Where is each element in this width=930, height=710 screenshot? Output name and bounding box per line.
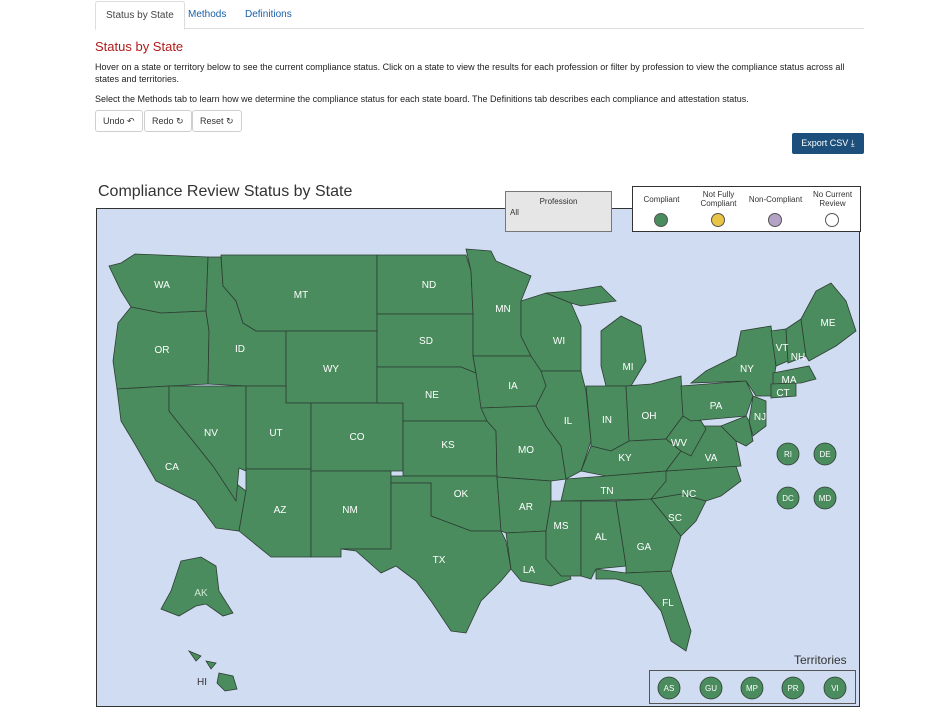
state-label-hi: HI (197, 677, 207, 688)
tab-definitions[interactable]: Definitions (235, 1, 302, 29)
legend-item-no-current-review: No Current Review (804, 187, 861, 233)
small-state-marker-de[interactable] (813, 442, 837, 466)
state-ms[interactable] (545, 500, 582, 577)
territories-box (649, 670, 856, 704)
state-wy[interactable] (285, 330, 378, 404)
legend-swatch (768, 213, 782, 227)
legend-item-compliant: Compliant (633, 187, 690, 233)
legend-swatch (825, 213, 839, 227)
methods-paragraph: Select the Methods tab to learn how we d… (95, 94, 749, 104)
legend-label: Non-Compliant (748, 194, 803, 204)
state-hi[interactable] (187, 650, 238, 692)
page-title: Status by State (95, 39, 184, 54)
state-ak[interactable] (160, 556, 234, 617)
legend-swatch (654, 213, 668, 227)
export-csv-button[interactable]: Export CSV ⤓ (792, 133, 864, 154)
state-me[interactable] (800, 282, 857, 362)
state-or[interactable] (112, 306, 210, 390)
state-nd[interactable] (376, 254, 474, 315)
legend-label: No Current Review (812, 190, 853, 208)
state-ct[interactable] (770, 382, 797, 399)
small-state-marker-ri[interactable] (776, 442, 800, 466)
state-co[interactable] (310, 402, 404, 472)
us-map-svg: WAORCAIDNVMTWYUTAZCONMNDSDNEKSOKTXMNIAMO… (108, 248, 857, 700)
profession-filter[interactable]: Profession All (505, 191, 612, 232)
state-nj[interactable] (748, 395, 767, 437)
legend-item-non-compliant: Non-Compliant (747, 187, 804, 233)
legend-label: Compliant (643, 194, 680, 204)
tab-status-by-state[interactable]: Status by State (95, 1, 185, 30)
legend-label: Not Fully Compliant (700, 190, 737, 208)
state-pa[interactable] (680, 380, 754, 422)
legend: Compliant Not Fully Compliant Non-Compli… (632, 186, 861, 232)
state-sd[interactable] (376, 313, 477, 374)
state-nm[interactable] (310, 470, 392, 558)
state-mi[interactable] (600, 315, 647, 387)
state-az[interactable] (238, 468, 312, 558)
state-ar[interactable] (496, 476, 552, 534)
tab-methods[interactable]: Methods (178, 1, 236, 29)
state-ks[interactable] (402, 420, 498, 477)
profession-filter-label: Profession (539, 197, 578, 206)
state-ia[interactable] (472, 355, 547, 409)
small-state-marker-dc[interactable] (776, 486, 800, 510)
us-map: WA OR CA ID NV MT WY UT AZ CO NM ND SD NE KS OK TX MN IA MO… (96, 208, 860, 707)
state-mt[interactable] (220, 254, 378, 332)
territories-title: Territories (794, 653, 847, 667)
legend-swatch (711, 213, 725, 227)
small-state-markers: RI DEDC MD (776, 442, 837, 510)
state-wa[interactable] (108, 253, 209, 314)
intro-paragraph: Hover on a state or territory below to s… (95, 62, 845, 84)
map-title: Compliance Review Status by State (98, 183, 353, 200)
tab-bar: Status by State Methods Definitions (95, 0, 864, 30)
legend-item-not-fully-compliant: Not Fully Compliant (690, 187, 747, 233)
state-fl[interactable] (595, 568, 692, 652)
small-state-marker-md[interactable] (813, 486, 837, 510)
redo-button[interactable]: Redo ↻ (144, 110, 192, 132)
profession-filter-value[interactable]: All (510, 208, 519, 217)
undo-button[interactable]: Undo ↶ (95, 110, 143, 132)
state-in[interactable] (585, 385, 630, 452)
reset-button[interactable]: Reset ↻ (192, 110, 242, 132)
state-ma[interactable] (772, 365, 817, 385)
